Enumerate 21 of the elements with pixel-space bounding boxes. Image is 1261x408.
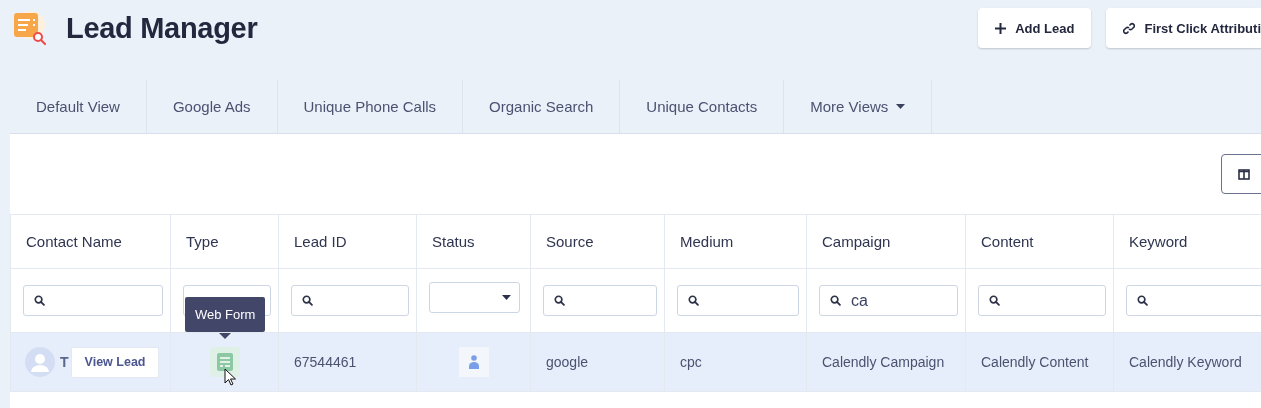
table-cell-text: Calendly Campaign bbox=[821, 354, 945, 370]
column-header[interactable]: Status bbox=[417, 233, 475, 250]
contact-name[interactable]: T bbox=[60, 354, 69, 370]
column-header[interactable]: Source bbox=[531, 233, 594, 250]
view-lead-button[interactable]: View Lead bbox=[70, 346, 160, 378]
tooltip: Web Form bbox=[185, 297, 266, 332]
column-header[interactable]: Medium bbox=[665, 233, 734, 250]
table-cell-text: Calendly Keyword bbox=[1128, 354, 1242, 370]
table-cell-text: cpc bbox=[679, 354, 702, 370]
column-header[interactable]: Keyword bbox=[1114, 233, 1188, 250]
lead-id: 67544461 bbox=[293, 354, 357, 370]
column-header[interactable]: Campaign bbox=[807, 233, 891, 250]
table-cell-text: Calendly Content bbox=[980, 354, 1089, 370]
column-header[interactable]: Content bbox=[966, 233, 1034, 250]
filter-search-field[interactable]: ca bbox=[819, 285, 958, 316]
header-button[interactable]: First Click Attributi bbox=[1106, 8, 1261, 48]
table-cell-text: google bbox=[545, 354, 589, 370]
page-title: Lead Manager bbox=[66, 11, 258, 45]
column-header[interactable]: Lead ID bbox=[279, 233, 347, 250]
column-header[interactable]: Type bbox=[171, 233, 219, 250]
header-button[interactable]: Add Lead bbox=[978, 8, 1092, 48]
